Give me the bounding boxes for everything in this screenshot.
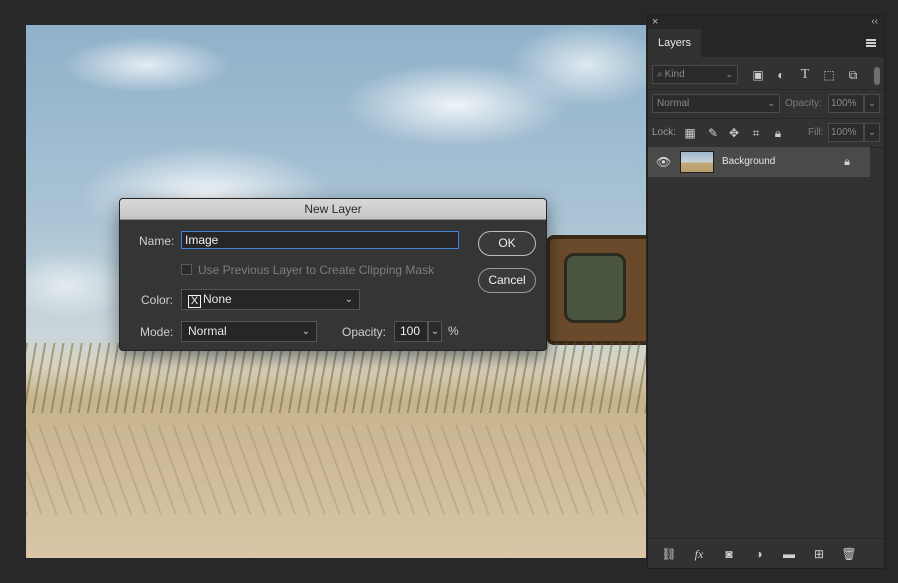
name-input[interactable]: Image (181, 231, 459, 249)
photoshop-window: × ‹‹ Layers ⌕Kind ⌄ ▣ ◐ T ⬚ ⧉ Normal ⌄ (0, 0, 898, 583)
mode-label: Mode: (140, 325, 174, 339)
lock-label: Lock: (652, 127, 676, 138)
new-layer-icon[interactable]: ⊞ (810, 545, 828, 563)
new-layer-dialog: New Layer Name: Image Use Previous Layer… (119, 198, 547, 351)
opacity-value: 100% (831, 98, 857, 109)
tab-layers[interactable]: Layers (648, 29, 702, 57)
fill-input[interactable]: 100% (828, 123, 864, 142)
blend-mode-value: Normal (657, 98, 690, 109)
chevron-down-icon: ⌄ (867, 98, 877, 109)
image-filter-icon[interactable]: ▣ (750, 67, 766, 83)
add-mask-icon[interactable]: ◙ (720, 545, 738, 563)
chevron-down-icon: ⌄ (301, 326, 310, 337)
lock-artboard-icon[interactable]: ⌗ (748, 125, 764, 141)
canvas-grass (26, 343, 646, 413)
new-group-icon[interactable]: ▬ (780, 545, 798, 563)
smart-object-filter-icon[interactable]: ⧉ (845, 67, 861, 83)
filter-kind-label: Kind (664, 69, 685, 80)
opacity-dropdown[interactable]: ⌄ (864, 94, 880, 113)
lock-image-pixels-icon[interactable]: ✎ (705, 125, 721, 141)
dialog-opacity-dropdown[interactable]: ⌄ (428, 321, 442, 342)
opacity-input[interactable]: 100% (828, 94, 864, 113)
mode-select[interactable]: Normal ⌄ (181, 321, 317, 342)
canvas-grass-foreground (26, 425, 646, 515)
filter-toggle-switch[interactable] (874, 67, 880, 85)
lock-row: Lock: ▦ ✎ ✥ ⌗ 🔒︎ Fill: 100% ⌄ (648, 119, 884, 147)
opacity-label: Opacity: (785, 98, 822, 109)
ok-button[interactable]: OK (478, 231, 536, 256)
fill-value: 100% (831, 127, 857, 138)
dialog-title: New Layer (120, 199, 546, 220)
layer-row-background[interactable]: 👁︎ Background 🔒︎ (648, 147, 870, 177)
panel-menu-icon[interactable] (866, 39, 876, 47)
dialog-opacity-input[interactable]: 100 (394, 321, 428, 342)
color-select[interactable]: X None ⌄ (181, 289, 360, 310)
visibility-eye-icon[interactable]: 👁︎ (656, 154, 671, 170)
dialog-opacity-value: 100 (400, 324, 421, 338)
close-panel-icon[interactable]: × (652, 15, 658, 29)
panel-tabbar: Layers (648, 29, 884, 57)
delete-layer-icon[interactable]: 🗑︎ (840, 545, 858, 563)
fill-dropdown[interactable]: ⌄ (864, 123, 880, 142)
clipping-mask-label: Use Previous Layer to Create Clipping Ma… (198, 263, 435, 277)
layer-name: Background (722, 156, 776, 167)
adjustment-layer-icon[interactable]: ◑ (750, 545, 768, 563)
chevron-down-icon: ⌄ (867, 127, 877, 138)
search-icon: ⌕ (657, 69, 663, 80)
canvas-tv-screen (564, 253, 626, 323)
mode-select-value: Normal (188, 324, 227, 338)
layers-panel: × ‹‹ Layers ⌕Kind ⌄ ▣ ◐ T ⬚ ⧉ Normal ⌄ (647, 14, 885, 569)
color-label: Color: (141, 293, 174, 307)
lock-position-icon[interactable]: ✥ (726, 125, 742, 141)
chevron-down-icon: ⌄ (430, 326, 440, 337)
panel-topbar: × ‹‹ (648, 15, 884, 29)
filter-kind-select[interactable]: ⌕ Kind ⌄ (652, 65, 738, 84)
chevron-down-icon: ⌄ (725, 69, 733, 79)
layer-thumbnail (680, 151, 714, 173)
clipping-mask-checkbox[interactable] (181, 264, 192, 275)
lock-all-icon[interactable]: 🔒︎ (770, 125, 786, 141)
collapse-panel-icon[interactable]: ‹‹ (871, 15, 878, 29)
shape-filter-icon[interactable]: ⬚ (821, 67, 837, 83)
lock-transparent-pixels-icon[interactable]: ▦ (682, 125, 698, 141)
panel-footer: ⛓ fx ◙ ◑ ▬ ⊞ 🗑︎ (648, 538, 884, 568)
filter-row: ⌕ Kind ⌄ ▣ ◐ T ⬚ ⧉ (648, 61, 884, 89)
name-input-value: Image (185, 233, 219, 247)
name-label: Name: (139, 234, 175, 248)
chevron-down-icon: ⌄ (344, 294, 353, 305)
link-layers-icon[interactable]: ⛓ (660, 545, 678, 563)
layer-lock-icon[interactable]: 🔒︎ (841, 154, 853, 170)
fx-icon[interactable]: fx (690, 545, 708, 563)
chevron-down-icon: ⌄ (767, 98, 775, 108)
fill-label: Fill: (808, 127, 824, 138)
blend-row: Normal ⌄ Opacity: 100% ⌄ (648, 90, 884, 118)
blend-mode-select[interactable]: Normal ⌄ (652, 94, 780, 113)
dialog-opacity-label: Opacity: (342, 325, 387, 339)
color-select-value: None (203, 292, 232, 306)
type-filter-icon[interactable]: T (797, 67, 813, 83)
cancel-button[interactable]: Cancel (478, 268, 536, 293)
canvas-tv-object (546, 235, 646, 345)
no-color-icon: X (188, 295, 201, 308)
adjustment-filter-icon[interactable]: ◐ (773, 67, 789, 83)
percent-sign: % (448, 324, 459, 338)
